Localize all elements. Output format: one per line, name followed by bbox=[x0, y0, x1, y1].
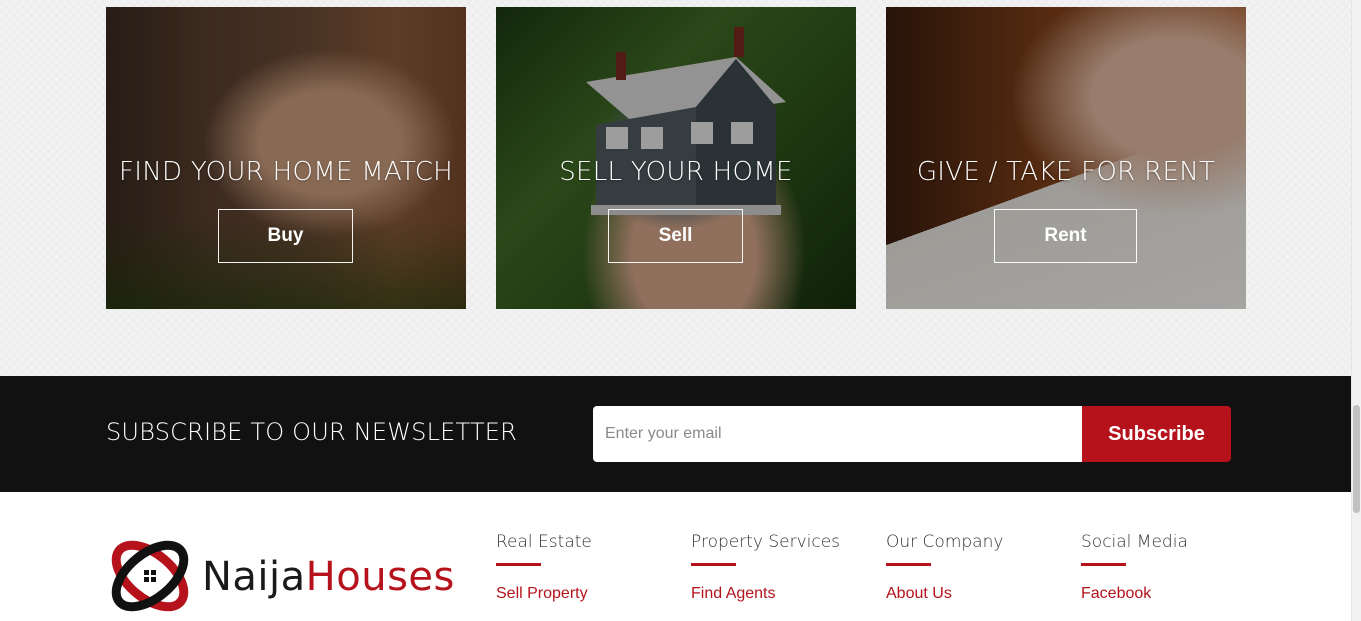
naija-houses-logo[interactable]: NaijaHouses bbox=[106, 532, 466, 621]
footer-link-sell-property[interactable]: Sell Property bbox=[496, 585, 666, 603]
footer-heading: Social Media bbox=[1081, 532, 1188, 552]
heading-underline bbox=[691, 563, 736, 566]
buy-card: FIND YOUR HOME MATCH Buy bbox=[106, 7, 466, 309]
card-title: GIVE / TAKE FOR RENT bbox=[916, 157, 1216, 187]
footer-heading: Real Estate bbox=[496, 532, 592, 552]
rent-button[interactable]: Rent bbox=[994, 209, 1137, 263]
footer-column-property-services: Property Services Find Agents bbox=[691, 532, 861, 603]
newsletter-section: SUBSCRIBE TO OUR NEWSLETTER Subscribe bbox=[0, 376, 1351, 492]
logo-text-naija: Naija bbox=[202, 554, 306, 600]
buy-button[interactable]: Buy bbox=[218, 209, 353, 263]
footer-link-about-us[interactable]: About Us bbox=[886, 585, 1056, 603]
heading-underline bbox=[1081, 563, 1126, 566]
logo-text-houses: Houses bbox=[305, 554, 455, 600]
footer-column-social-media: Social Media Facebook bbox=[1081, 532, 1251, 603]
page-scrollbar[interactable] bbox=[1351, 0, 1361, 621]
newsletter-title: SUBSCRIBE TO OUR NEWSLETTER bbox=[106, 418, 518, 446]
footer-column-our-company: Our Company About Us bbox=[886, 532, 1056, 603]
sell-button[interactable]: Sell bbox=[608, 209, 743, 263]
logo-icon bbox=[111, 540, 189, 612]
footer: NaijaHouses Real Estate Sell Property Pr… bbox=[0, 492, 1351, 621]
email-input[interactable] bbox=[593, 406, 1083, 462]
logo-text: NaijaHouses bbox=[202, 554, 455, 600]
heading-underline bbox=[496, 563, 541, 566]
scrollbar-thumb[interactable] bbox=[1353, 405, 1360, 513]
footer-link-find-agents[interactable]: Find Agents bbox=[691, 585, 861, 603]
footer-heading: Property Services bbox=[691, 532, 841, 552]
rent-card: GIVE / TAKE FOR RENT Rent bbox=[886, 7, 1246, 309]
footer-heading: Our Company bbox=[886, 532, 1004, 552]
card-title: SELL YOUR HOME bbox=[559, 157, 793, 187]
subscribe-button[interactable]: Subscribe bbox=[1082, 406, 1231, 462]
card-title: FIND YOUR HOME MATCH bbox=[118, 157, 454, 187]
sell-card: SELL YOUR HOME Sell bbox=[496, 7, 856, 309]
footer-link-facebook[interactable]: Facebook bbox=[1081, 585, 1251, 603]
footer-column-real-estate: Real Estate Sell Property bbox=[496, 532, 666, 603]
heading-underline bbox=[886, 563, 931, 566]
